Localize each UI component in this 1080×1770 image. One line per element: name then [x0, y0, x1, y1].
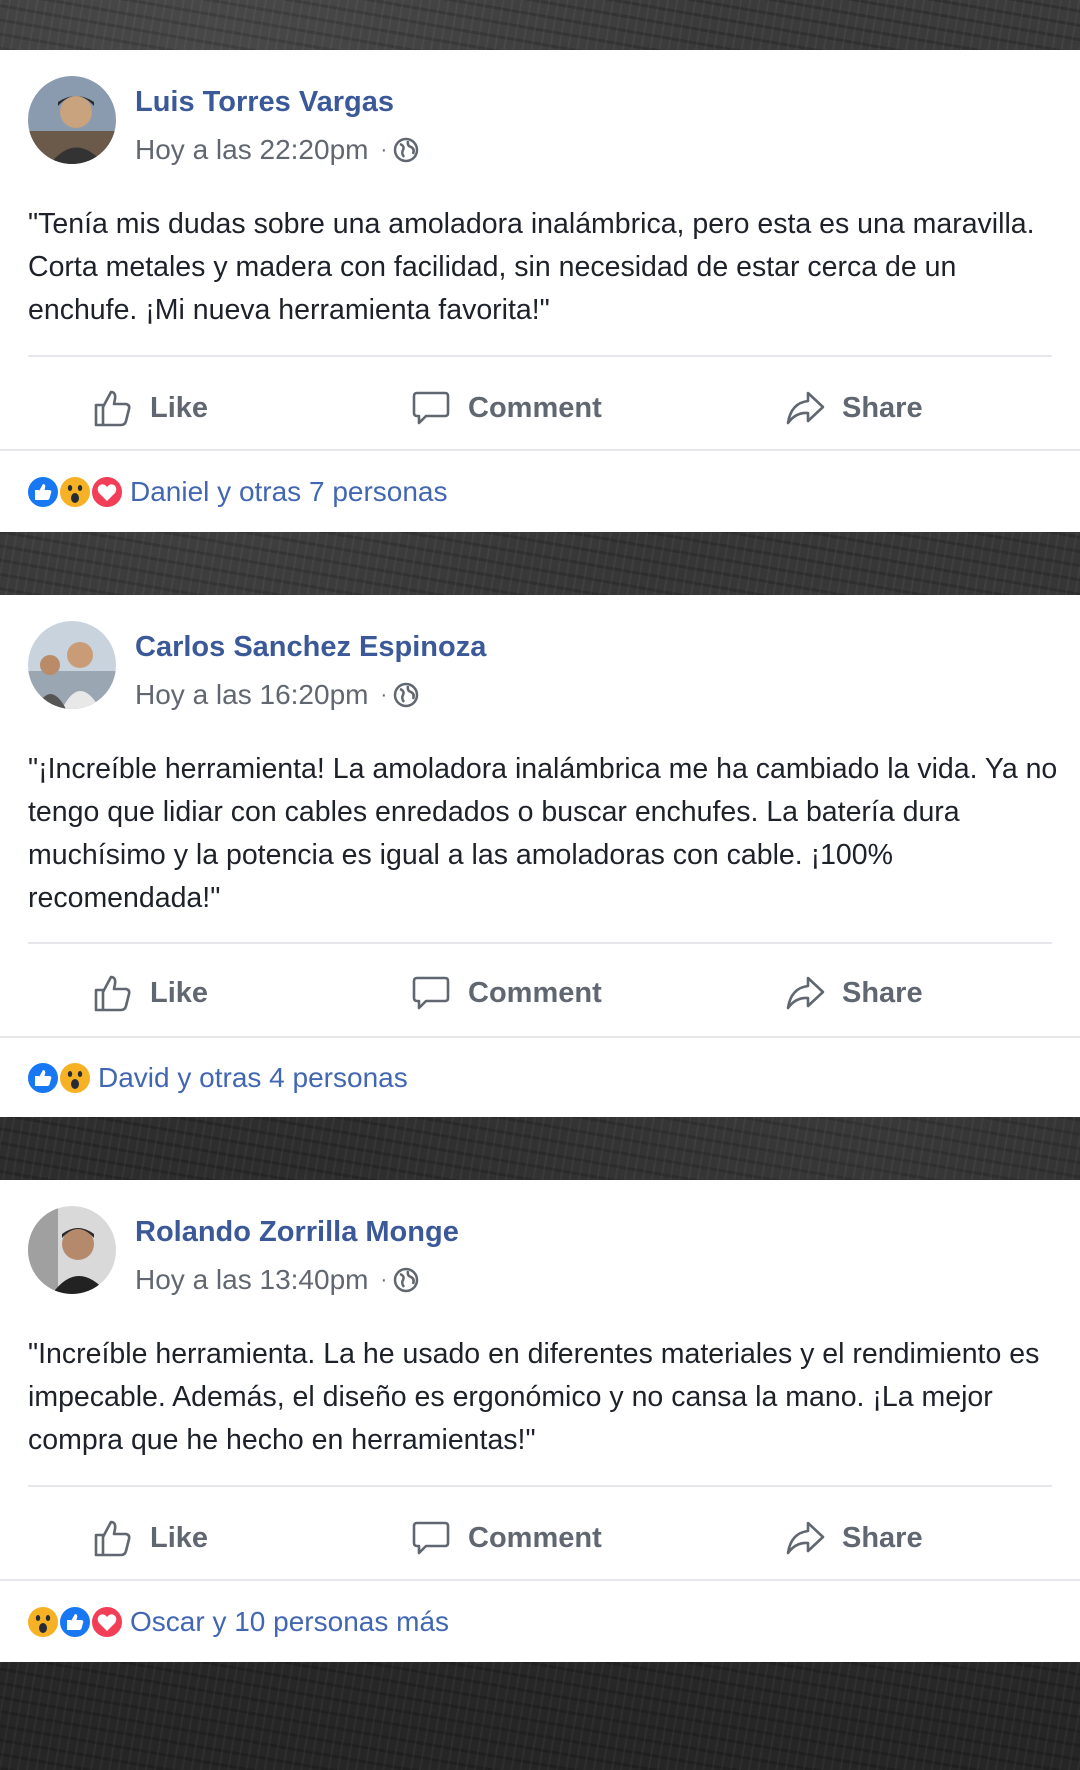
post-card: Carlos Sanchez Espinoza Hoy a las 16:20p… [0, 595, 1080, 1117]
share-label: Share [842, 391, 923, 424]
comment-label: Comment [468, 1521, 602, 1554]
meta-separator: · [380, 1268, 388, 1291]
post-body: "¡Increíble herramienta! La amoladora in… [28, 753, 1058, 914]
divider [28, 1485, 1052, 1487]
wow-reaction-icon [26, 1605, 60, 1639]
post-body: "Increíble herramienta. La he usado en d… [28, 1338, 1040, 1456]
avatar[interactable] [28, 1206, 116, 1294]
comment-button[interactable]: Comment [410, 368, 602, 448]
share-icon [786, 391, 825, 425]
comment-icon [412, 1521, 450, 1555]
like-reaction-icon [26, 475, 60, 509]
comment-label: Comment [468, 391, 602, 424]
reaction-summary[interactable]: Daniel y otras 7 personas [26, 467, 448, 517]
post-meta: Hoy a las 16:20pm · [135, 679, 419, 711]
share-button[interactable]: Share [784, 953, 923, 1033]
thumbs-up-icon [94, 390, 131, 427]
post-meta: Hoy a las 22:20pm · [135, 134, 419, 166]
share-icon [786, 976, 825, 1010]
wow-reaction-icon [58, 1061, 92, 1095]
post-card: Luis Torres Vargas Hoy a las 22:20pm · "… [0, 50, 1080, 532]
meta-separator: · [380, 138, 388, 161]
like-button[interactable]: Like [92, 1498, 208, 1578]
like-reaction-icon [26, 1061, 60, 1095]
like-button[interactable]: Like [92, 368, 208, 448]
author-name[interactable]: Carlos Sanchez Espinoza [135, 631, 486, 664]
avatar[interactable] [28, 76, 116, 164]
reaction-icons [26, 475, 124, 509]
like-reaction-icon [58, 1605, 92, 1639]
divider [0, 449, 1080, 451]
reaction-text[interactable]: Oscar y 10 personas más [130, 1606, 449, 1638]
author-name[interactable]: Luis Torres Vargas [135, 86, 394, 119]
post-card: Rolando Zorrilla Monge Hoy a las 13:40pm… [0, 1180, 1080, 1662]
reaction-summary[interactable]: Oscar y 10 personas más [26, 1597, 449, 1647]
like-button[interactable]: Like [92, 953, 208, 1033]
reaction-text[interactable]: David y otras 4 personas [98, 1062, 408, 1094]
divider [28, 942, 1052, 944]
share-label: Share [842, 1521, 923, 1554]
action-bar: Like Comment Share [0, 368, 1080, 448]
post-meta: Hoy a las 13:40pm · [135, 1264, 419, 1296]
share-button[interactable]: Share [784, 368, 923, 448]
avatar[interactable] [28, 621, 116, 709]
action-bar: Like Comment Share [0, 953, 1080, 1033]
post-time[interactable]: Hoy a las 16:20pm [135, 679, 368, 711]
reaction-icons [26, 1061, 92, 1095]
love-reaction-icon [90, 1605, 124, 1639]
like-label: Like [150, 1521, 209, 1554]
action-bar: Like Comment Share [0, 1498, 1080, 1578]
wow-reaction-icon [58, 475, 92, 509]
love-reaction-icon [90, 475, 124, 509]
like-label: Like [150, 391, 209, 424]
globe-icon [393, 682, 419, 708]
share-label: Share [842, 976, 923, 1009]
author-name[interactable]: Rolando Zorrilla Monge [135, 1216, 459, 1249]
like-label: Like [150, 976, 209, 1009]
globe-icon [393, 137, 419, 163]
thumbs-up-icon [94, 1520, 131, 1557]
post-body: "Tenía mis dudas sobre una amoladora ina… [28, 208, 1035, 326]
divider [28, 355, 1052, 357]
comment-button[interactable]: Comment [410, 1498, 602, 1578]
post-time[interactable]: Hoy a las 22:20pm [135, 134, 368, 166]
comment-icon [412, 976, 450, 1010]
divider [0, 1579, 1080, 1581]
divider [0, 1036, 1080, 1038]
reaction-text[interactable]: Daniel y otras 7 personas [130, 476, 448, 508]
post-time[interactable]: Hoy a las 13:40pm [135, 1264, 368, 1296]
meta-separator: · [380, 683, 388, 706]
comment-icon [412, 391, 450, 425]
comment-button[interactable]: Comment [410, 953, 602, 1033]
comment-label: Comment [468, 976, 602, 1009]
globe-icon [393, 1267, 419, 1293]
reaction-icons [26, 1605, 124, 1639]
thumbs-up-icon [94, 975, 131, 1012]
share-icon [786, 1521, 825, 1555]
share-button[interactable]: Share [784, 1498, 923, 1578]
reaction-summary[interactable]: David y otras 4 personas [26, 1053, 408, 1103]
